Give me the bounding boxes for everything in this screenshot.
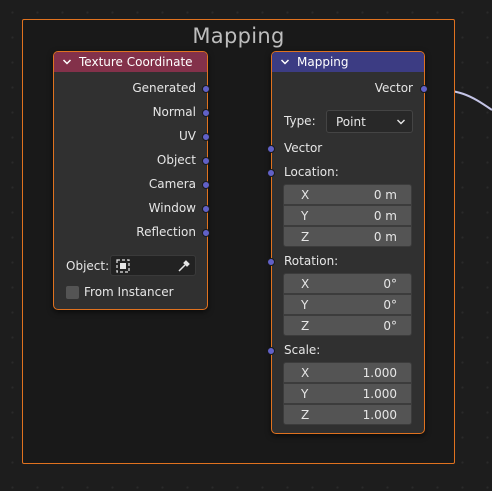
output-camera: Camera xyxy=(148,177,196,191)
scale-y-field[interactable]: Y 1.000 xyxy=(283,383,412,404)
axis-x-label: X xyxy=(301,276,310,291)
socket-vector-input[interactable] xyxy=(267,145,275,153)
node-title: Mapping xyxy=(297,55,349,69)
rotation-y-field[interactable]: Y 0° xyxy=(283,294,412,315)
socket-uv[interactable] xyxy=(202,133,210,141)
rotation-z-field[interactable]: Z 0° xyxy=(283,315,412,336)
socket-window[interactable] xyxy=(202,205,210,213)
type-value: Point xyxy=(336,114,366,129)
scale-x-value: 1.000 xyxy=(362,365,397,380)
axis-y-label: Y xyxy=(301,297,309,312)
location-label: Location: xyxy=(284,165,339,179)
location-z-field[interactable]: Z 0 m xyxy=(283,226,412,247)
axis-z-label: Z xyxy=(301,229,310,244)
axis-z-label: Z xyxy=(301,407,310,422)
socket-normal[interactable] xyxy=(202,109,210,117)
collapse-chevron-icon[interactable] xyxy=(62,57,72,67)
socket-scale[interactable] xyxy=(267,347,275,355)
object-icon xyxy=(116,259,130,273)
collapse-chevron-icon[interactable] xyxy=(280,57,290,67)
location-y-value: 0 m xyxy=(373,208,397,223)
node-header[interactable]: Texture Coordinate xyxy=(54,52,207,72)
from-instancer-checkbox[interactable] xyxy=(66,286,79,299)
node-title: Texture Coordinate xyxy=(79,55,193,69)
chevron-down-icon xyxy=(397,119,405,125)
object-picker-field[interactable] xyxy=(110,255,196,276)
scale-z-field[interactable]: Z 1.000 xyxy=(283,404,412,425)
location-x-value: 0 m xyxy=(373,187,397,202)
rotation-y-value: 0° xyxy=(383,297,397,312)
output-object: Object xyxy=(156,153,196,167)
socket-vector-output[interactable] xyxy=(420,85,428,93)
scale-y-value: 1.000 xyxy=(362,386,397,401)
from-instancer-label: From Instancer xyxy=(84,285,174,299)
frame-title: Mapping xyxy=(192,24,285,48)
scale-z-value: 1.000 xyxy=(362,407,397,422)
output-reflection: Reflection xyxy=(136,225,196,239)
axis-z-label: Z xyxy=(301,318,310,333)
output-window: Window xyxy=(148,201,196,215)
axis-y-label: Y xyxy=(301,208,309,223)
socket-camera[interactable] xyxy=(202,181,210,189)
location-y-field[interactable]: Y 0 m xyxy=(283,205,412,226)
rotation-x-field[interactable]: X 0° xyxy=(283,273,412,294)
type-label: Type: xyxy=(284,114,316,128)
rotation-z-value: 0° xyxy=(383,318,397,333)
output-normal: Normal xyxy=(152,105,196,119)
node-header[interactable]: Mapping xyxy=(272,52,424,72)
socket-reflection[interactable] xyxy=(202,229,210,237)
object-label: Object: xyxy=(66,259,110,273)
socket-location[interactable] xyxy=(267,169,275,177)
location-x-field[interactable]: X 0 m xyxy=(283,184,412,205)
scale-x-field[interactable]: X 1.000 xyxy=(283,362,412,383)
socket-object[interactable] xyxy=(202,157,210,165)
vector-input-label: Vector xyxy=(284,141,323,155)
output-uv: UV xyxy=(179,129,196,143)
socket-generated[interactable] xyxy=(202,85,210,93)
scale-label: Scale: xyxy=(284,343,321,357)
socket-rotation[interactable] xyxy=(267,258,275,266)
axis-x-label: X xyxy=(301,187,310,202)
type-dropdown[interactable]: Point xyxy=(326,110,413,133)
axis-x-label: X xyxy=(301,365,310,380)
location-z-value: 0 m xyxy=(373,229,397,244)
output-generated: Generated xyxy=(132,81,196,95)
rotation-x-value: 0° xyxy=(383,276,397,291)
output-vector-label: Vector xyxy=(374,81,413,95)
rotation-label: Rotation: xyxy=(284,254,339,268)
eyedropper-icon[interactable] xyxy=(177,259,191,273)
axis-y-label: Y xyxy=(301,386,309,401)
